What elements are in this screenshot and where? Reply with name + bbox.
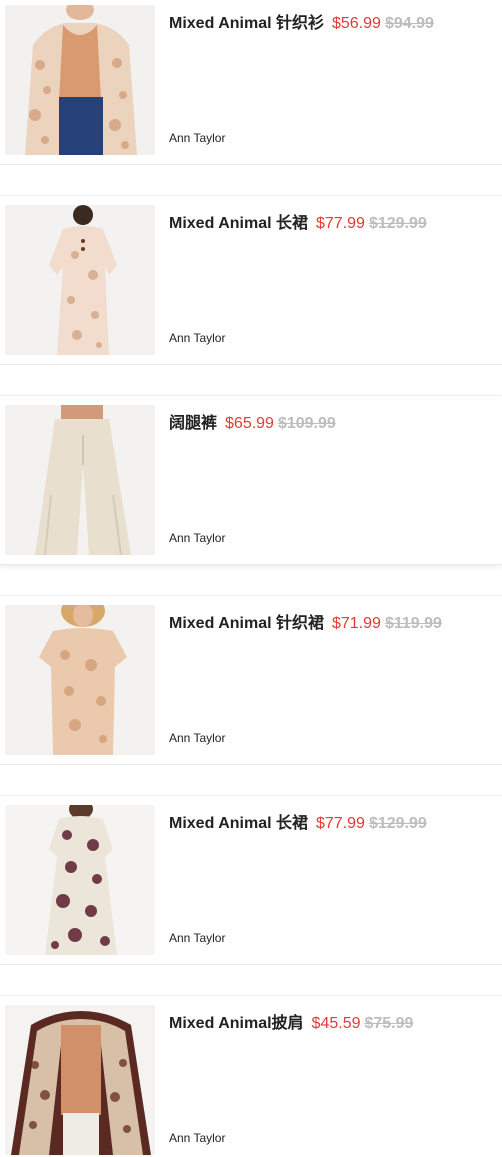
original-price: $129.99 [368,215,427,232]
product-image[interactable] [5,5,155,155]
product-title-row: Mixed Animal披肩 $45.59 $75.99 [169,1014,494,1034]
divider [0,195,502,196]
product-image[interactable] [5,405,155,555]
product-name[interactable]: Mixed Animal 针织衫 [169,15,324,32]
product-name[interactable]: Mixed Animal 针织裙 [169,615,324,632]
sale-price: $77.99 [316,215,365,232]
brand-label: Ann Taylor [169,931,226,945]
divider [0,995,502,996]
brand-label: Ann Taylor [169,131,226,145]
poncho-photo-icon [5,1005,155,1155]
product-image[interactable] [5,605,155,755]
product-image[interactable] [5,1005,155,1155]
original-price: $119.99 [384,615,442,632]
brand-label: Ann Taylor [169,731,226,745]
product-name[interactable]: 阔腿裤 [169,415,217,432]
product-card[interactable]: 阔腿裤 $65.99 $109.99 Ann Taylor [0,400,502,565]
product-name[interactable]: Mixed Animal披肩 [169,1015,304,1032]
product-title-row: Mixed Animal 长裙 $77.99 $129.99 [169,814,494,834]
original-price: $129.99 [368,815,427,832]
product-card[interactable]: Mixed Animal 长裙 $77.99 $129.99 Ann Taylor [0,800,502,965]
product-image[interactable] [5,205,155,355]
divider [0,395,502,396]
brand-label: Ann Taylor [169,531,226,545]
brand-label: Ann Taylor [169,1131,226,1145]
product-card[interactable]: Mixed Animal 长裙 $77.99 $129.99 Ann Taylor [0,200,502,365]
product-card[interactable]: Mixed Animal披肩 $45.59 $75.99 Ann Taylor [0,1000,502,1157]
product-title-row: Mixed Animal 长裙 $77.99 $129.99 [169,214,494,234]
sale-price: $45.59 [311,1015,361,1032]
knit-dress-photo-icon [5,605,155,755]
product-image[interactable] [5,805,155,955]
sale-price: $65.99 [225,415,274,432]
dress-photo-icon [5,205,155,355]
product-card[interactable]: Mixed Animal 针织衫 $56.99 $94.99 Ann Taylor [0,0,502,165]
divider [0,595,502,596]
product-name[interactable]: Mixed Animal 长裙 [169,815,308,832]
wide-leg-pants-photo-icon [5,405,155,555]
divider [0,795,502,796]
sale-price: $56.99 [332,15,381,32]
sale-price: $77.99 [316,815,365,832]
product-name[interactable]: Mixed Animal 长裙 [169,215,308,232]
brand-label: Ann Taylor [169,331,226,345]
product-card[interactable]: Mixed Animal 针织裙 $71.99 $119.99 Ann Taylor [0,600,502,765]
original-price: $109.99 [277,415,336,432]
product-list: Mixed Animal 针织衫 $56.99 $94.99 Ann Taylor … [0,0,502,1157]
maxi-dress-photo-icon [5,805,155,955]
product-title-row: Mixed Animal 针织衫 $56.99 $94.99 [169,14,494,34]
sale-price: $71.99 [332,615,381,632]
product-title-row: Mixed Animal 针织裙 $71.99 $119.99 [169,614,494,634]
original-price: $94.99 [384,15,434,32]
cardigan-photo-icon [5,5,155,155]
original-price: $75.99 [364,1015,414,1032]
product-title-row: 阔腿裤 $65.99 $109.99 [169,414,494,434]
